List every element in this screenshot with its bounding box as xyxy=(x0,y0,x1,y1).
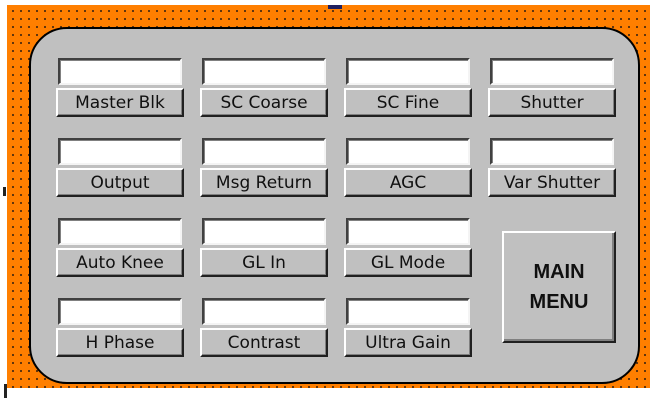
control-gl-mode: GL Mode xyxy=(344,218,472,280)
control-msg-return: Msg Return xyxy=(200,138,328,200)
h-phase-value-field[interactable] xyxy=(58,298,182,325)
left-bottom-marker xyxy=(4,384,7,398)
master-blk-button[interactable]: Master Blk xyxy=(56,88,184,117)
control-contrast: Contrast xyxy=(200,298,328,360)
control-agc: AGC xyxy=(344,138,472,200)
auto-knee-button[interactable]: Auto Knee xyxy=(56,248,184,277)
msg-return-value-field[interactable] xyxy=(202,138,326,165)
agc-button[interactable]: AGC xyxy=(344,168,472,197)
main-menu-label-line1: MAIN xyxy=(533,261,585,283)
control-ultra-gain: Ultra Gain xyxy=(344,298,472,360)
gl-mode-button[interactable]: GL Mode xyxy=(344,248,472,277)
output-button[interactable]: Output xyxy=(56,168,184,197)
sc-coarse-value-field[interactable] xyxy=(202,58,326,85)
gl-mode-value-field[interactable] xyxy=(346,218,470,245)
gl-in-value-field[interactable] xyxy=(202,218,326,245)
canvas-top-marker xyxy=(328,5,342,9)
contrast-value-field[interactable] xyxy=(202,298,326,325)
sc-fine-value-field[interactable] xyxy=(346,58,470,85)
msg-return-button[interactable]: Msg Return xyxy=(200,168,328,197)
control-output: Output xyxy=(56,138,184,200)
agc-value-field[interactable] xyxy=(346,138,470,165)
control-sc-fine: SC Fine xyxy=(344,58,472,120)
main-menu-label-line2: MENU xyxy=(529,291,589,313)
h-phase-button[interactable]: H Phase xyxy=(56,328,184,357)
control-sc-coarse: SC Coarse xyxy=(200,58,328,120)
control-gl-in: GL In xyxy=(200,218,328,280)
auto-knee-value-field[interactable] xyxy=(58,218,182,245)
master-blk-value-field[interactable] xyxy=(58,58,182,85)
control-shutter: Shutter xyxy=(488,58,616,120)
control-var-shutter: Var Shutter xyxy=(488,138,616,200)
control-master-blk: Master Blk xyxy=(56,58,184,120)
sc-fine-button[interactable]: SC Fine xyxy=(344,88,472,117)
var-shutter-value-field[interactable] xyxy=(490,138,614,165)
contrast-button[interactable]: Contrast xyxy=(200,328,328,357)
sc-coarse-button[interactable]: SC Coarse xyxy=(200,88,328,117)
output-value-field[interactable] xyxy=(58,138,182,165)
left-edge-marker xyxy=(3,187,6,196)
ultra-gain-button[interactable]: Ultra Gain xyxy=(344,328,472,357)
ultra-gain-value-field[interactable] xyxy=(346,298,470,325)
main-menu-button[interactable]: MAIN MENU xyxy=(502,231,616,343)
gl-in-button[interactable]: GL In xyxy=(200,248,328,277)
control-h-phase: H Phase xyxy=(56,298,184,360)
control-auto-knee: Auto Knee xyxy=(56,218,184,280)
shutter-button[interactable]: Shutter xyxy=(488,88,616,117)
shutter-value-field[interactable] xyxy=(490,58,614,85)
var-shutter-button[interactable]: Var Shutter xyxy=(488,168,616,197)
